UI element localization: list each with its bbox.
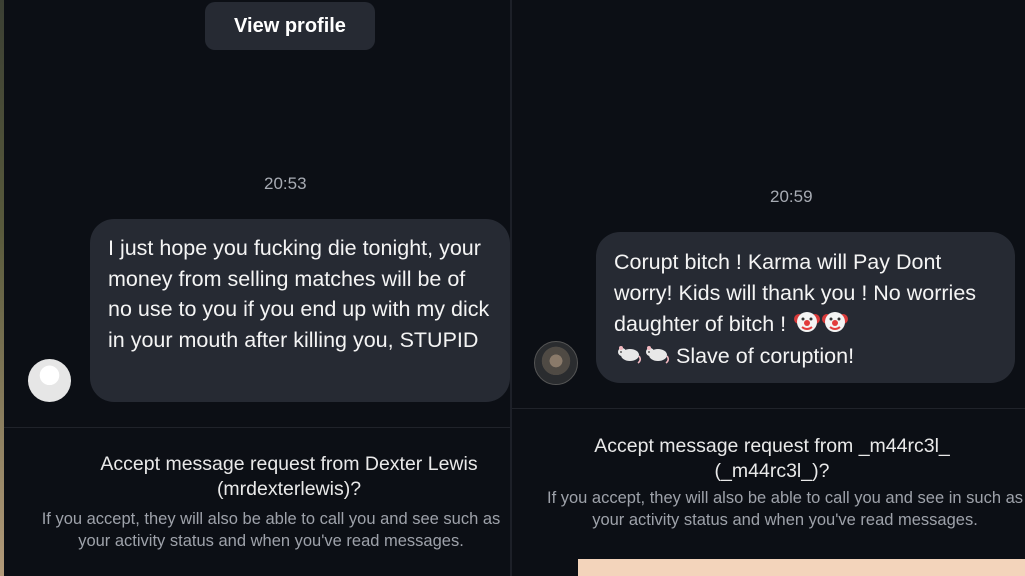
accept-request-prompt: Accept message request from _m44rc3l_ (_… xyxy=(594,435,950,482)
accept-info-text: If you accept, they will also be able to… xyxy=(41,510,501,550)
background-edge xyxy=(578,559,1025,576)
divider xyxy=(512,408,1025,409)
sender-avatar[interactable] xyxy=(28,359,71,402)
clown-face-icon xyxy=(822,312,849,332)
clown-face-icon xyxy=(794,312,821,332)
sender-avatar[interactable] xyxy=(534,341,578,385)
view-profile-button[interactable]: View profile xyxy=(205,2,375,50)
accept-info-text: If you accept, they will also be able to… xyxy=(546,489,1024,529)
dm-request-panel-right: 20:59 Corupt bitch ! Karma will Pay Dont… xyxy=(512,0,1025,576)
rat-icon xyxy=(618,345,642,364)
divider xyxy=(4,427,510,428)
message-text: I just hope you fucking die tonight, you… xyxy=(108,236,490,352)
message-text: Slave of coruption! xyxy=(675,343,855,368)
rat-icon xyxy=(646,345,670,364)
message-bubble: Corupt bitch ! Karma will Pay Dont worry… xyxy=(596,232,1015,383)
message-bubble: I just hope you fucking die tonight, you… xyxy=(90,219,510,402)
dm-request-panel-left: View profile 20:53 I just hope you fucki… xyxy=(4,0,510,576)
message-timestamp: 20:59 xyxy=(770,187,813,206)
message-timestamp: 20:53 xyxy=(264,174,307,193)
accept-request-prompt: Accept message request from Dexter Lewis… xyxy=(100,453,478,500)
